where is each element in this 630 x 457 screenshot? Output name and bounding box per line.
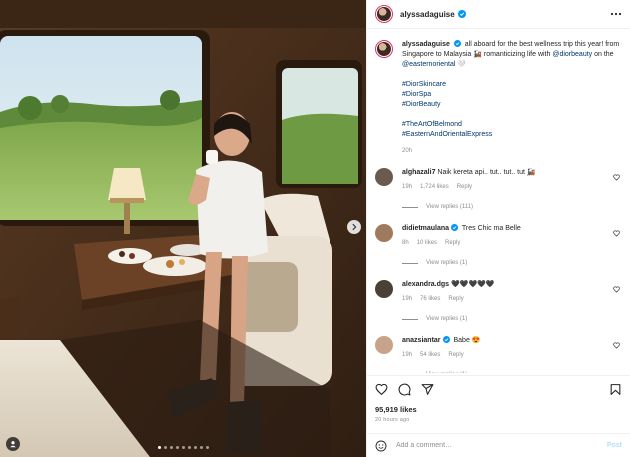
- commenter-avatar[interactable]: [375, 280, 393, 298]
- reply-button[interactable]: Reply: [448, 350, 463, 360]
- reply-button[interactable]: Reply: [445, 238, 460, 248]
- commenter-username[interactable]: didietmaulana: [402, 225, 449, 232]
- hashtag-link[interactable]: #DiorSkincare: [402, 80, 620, 90]
- post-comment-button[interactable]: Post: [607, 442, 622, 449]
- comment-thread: alghazali7 Naik kereta api.. tut.. tut..…: [375, 168, 622, 373]
- hashtag-link[interactable]: #TheArtOfBelmond: [402, 120, 620, 130]
- hashtag-group-dior: #DiorSkincare #DiorSpa #DiorBeauty: [402, 80, 620, 110]
- comment-like-heart-icon[interactable]: [613, 342, 620, 349]
- post-header: alyssadaguise: [367, 0, 630, 29]
- comment-item: alghazali7 Naik kereta api.. tut.. tut..…: [375, 168, 622, 212]
- commenter-username[interactable]: anazsiantar: [402, 337, 441, 344]
- post-photo[interactable]: [0, 0, 366, 457]
- caption-username[interactable]: alyssadaguise: [402, 41, 450, 48]
- user-tag-icon: [10, 441, 16, 448]
- likes-count[interactable]: 95,919 likes: [375, 405, 622, 414]
- verified-badge-icon: [451, 224, 459, 231]
- hashtag-link[interactable]: #DiorBeauty: [402, 100, 620, 110]
- hashtag-group-belmond: #TheArtOfBelmond #EasternAndOrientalExpre…: [402, 120, 620, 140]
- carousel-dot: [193, 446, 197, 449]
- reply-button[interactable]: Reply: [448, 294, 463, 304]
- comment-time: 19h: [402, 352, 413, 358]
- carousel-dot: [181, 446, 185, 449]
- comments-list[interactable]: alyssadaguise all aboard for the best we…: [367, 30, 630, 373]
- share-icon[interactable]: [421, 383, 434, 396]
- hashtag-link[interactable]: #DiorSpa: [402, 90, 620, 100]
- caption-author-avatar[interactable]: [375, 40, 393, 58]
- emoji-icon[interactable]: [375, 440, 387, 452]
- comment-time: 19h: [402, 296, 413, 302]
- verified-badge-icon: [457, 10, 466, 18]
- view-replies-label: View replies (1): [426, 370, 467, 373]
- post-timestamp: 20 hours ago: [375, 417, 410, 423]
- view-replies-label: View replies (1): [426, 260, 468, 266]
- comment-text: 🖤🖤🖤🖤🖤: [451, 281, 495, 288]
- next-slide-button[interactable]: [347, 220, 361, 234]
- comment-likes[interactable]: 10 likes: [417, 238, 437, 248]
- commenter-username[interactable]: alexandra.dgs: [402, 281, 449, 288]
- view-replies-button[interactable]: View replies (1): [402, 258, 602, 268]
- comment-item: alexandra.dgs 🖤🖤🖤🖤🖤 19h 76 likes Reply View …: [375, 280, 622, 324]
- author-avatar[interactable]: [375, 5, 393, 23]
- mention-easternoriental[interactable]: @easternoriental: [402, 61, 455, 68]
- comment-time: 8h: [402, 240, 409, 246]
- chevron-right-icon: [352, 223, 357, 231]
- commenter-avatar[interactable]: [375, 336, 393, 354]
- view-replies-label: View replies (1): [426, 316, 468, 322]
- mention-diorbeauty[interactable]: @diorbeauty: [552, 51, 592, 58]
- bookmark-icon[interactable]: [609, 383, 622, 396]
- comment-like-heart-icon[interactable]: [613, 230, 620, 237]
- carousel-dot: [205, 446, 209, 449]
- comment-like-heart-icon[interactable]: [613, 174, 620, 181]
- commenter-username[interactable]: alghazali7: [402, 169, 435, 176]
- comment-input[interactable]: [396, 442, 607, 449]
- comment-likes[interactable]: 1,724 likes: [420, 182, 449, 192]
- commenter-avatar[interactable]: [375, 168, 393, 186]
- carousel-dot: [157, 446, 161, 449]
- verified-badge-icon: [453, 40, 461, 47]
- comment-likes[interactable]: 76 likes: [420, 294, 440, 304]
- commenter-avatar[interactable]: [375, 224, 393, 242]
- carousel-dot: [163, 446, 167, 449]
- verified-badge-icon: [442, 336, 450, 343]
- comment-likes[interactable]: 54 likes: [420, 350, 440, 360]
- carousel-indicator: [0, 446, 366, 449]
- comment-like-heart-icon[interactable]: [613, 286, 620, 293]
- comment-item: anazsiantar Babe 😍 19h 54 likes Reply View r…: [375, 336, 622, 373]
- reply-button[interactable]: Reply: [457, 182, 472, 192]
- add-comment-bar: Post: [367, 433, 630, 457]
- hashtag-link[interactable]: #EasternAndOrientalExpress: [402, 130, 620, 140]
- carousel-dot: [169, 446, 173, 449]
- more-options-icon[interactable]: [610, 12, 622, 16]
- view-replies-label: View replies (111): [426, 204, 474, 210]
- comment-text: Tres Chic ma Belle: [461, 225, 521, 232]
- caption-text-end: 🤍: [457, 61, 467, 68]
- view-replies-button[interactable]: View replies (111): [402, 202, 602, 212]
- comment-time: 19h: [402, 184, 413, 190]
- caption-timestamp: 20h: [402, 148, 413, 154]
- carousel-dot: [199, 446, 203, 449]
- view-replies-button[interactable]: View replies (1): [402, 370, 602, 373]
- comment-text: Babe 😍: [453, 337, 481, 344]
- carousel-dot: [175, 446, 179, 449]
- comment-icon[interactable]: [398, 383, 411, 396]
- caption-text-middle: on the: [594, 51, 614, 58]
- instagram-post-dialog: alyssadaguise alyssadaguise all aboard f…: [0, 0, 630, 457]
- tagged-users-button[interactable]: [6, 437, 20, 451]
- comment-text: Naik kereta api.. tut.. tut.. tut 🚂: [437, 169, 536, 176]
- view-replies-button[interactable]: View replies (1): [402, 314, 602, 324]
- post-actions: 95,919 likes 20 hours ago: [367, 375, 630, 423]
- post-caption: alyssadaguise all aboard for the best we…: [375, 30, 622, 156]
- comment-item: didietmaulana Tres Chic ma Belle 8h 10 lik…: [375, 224, 622, 268]
- author-username[interactable]: alyssadaguise: [400, 10, 455, 19]
- post-side-panel: alyssadaguise alyssadaguise all aboard f…: [366, 0, 630, 457]
- train-carriage-image: [0, 0, 366, 457]
- carousel-dot: [187, 446, 191, 449]
- heart-icon[interactable]: [375, 383, 388, 396]
